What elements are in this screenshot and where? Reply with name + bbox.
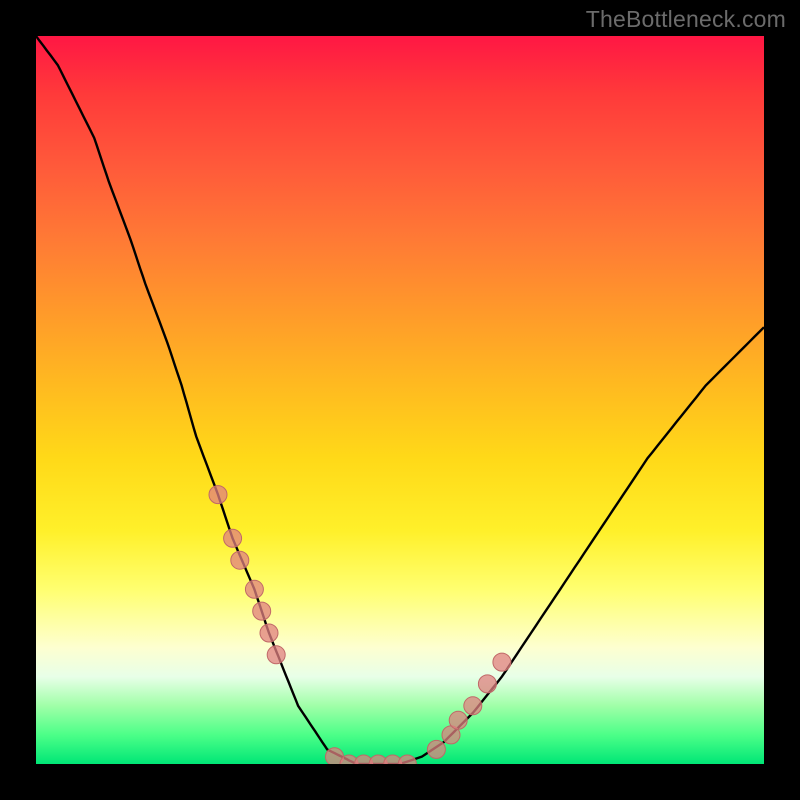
marker-point [260, 624, 278, 642]
marker-point [398, 755, 416, 764]
marker-point [493, 653, 511, 671]
marker-point [464, 697, 482, 715]
marker-point [209, 486, 227, 504]
marker-point [478, 675, 496, 693]
watermark-text: TheBottleneck.com [586, 6, 786, 33]
highlighted-points [209, 486, 511, 764]
marker-point [449, 711, 467, 729]
marker-point [427, 740, 445, 758]
marker-point [245, 580, 263, 598]
chart-frame: TheBottleneck.com [0, 0, 800, 800]
marker-point [267, 646, 285, 664]
marker-point [224, 529, 242, 547]
bottleneck-curve-path [36, 36, 764, 764]
marker-point [253, 602, 271, 620]
chart-plot-area [36, 36, 764, 764]
bottleneck-curve [36, 36, 764, 764]
chart-svg [36, 36, 764, 764]
marker-point [231, 551, 249, 569]
